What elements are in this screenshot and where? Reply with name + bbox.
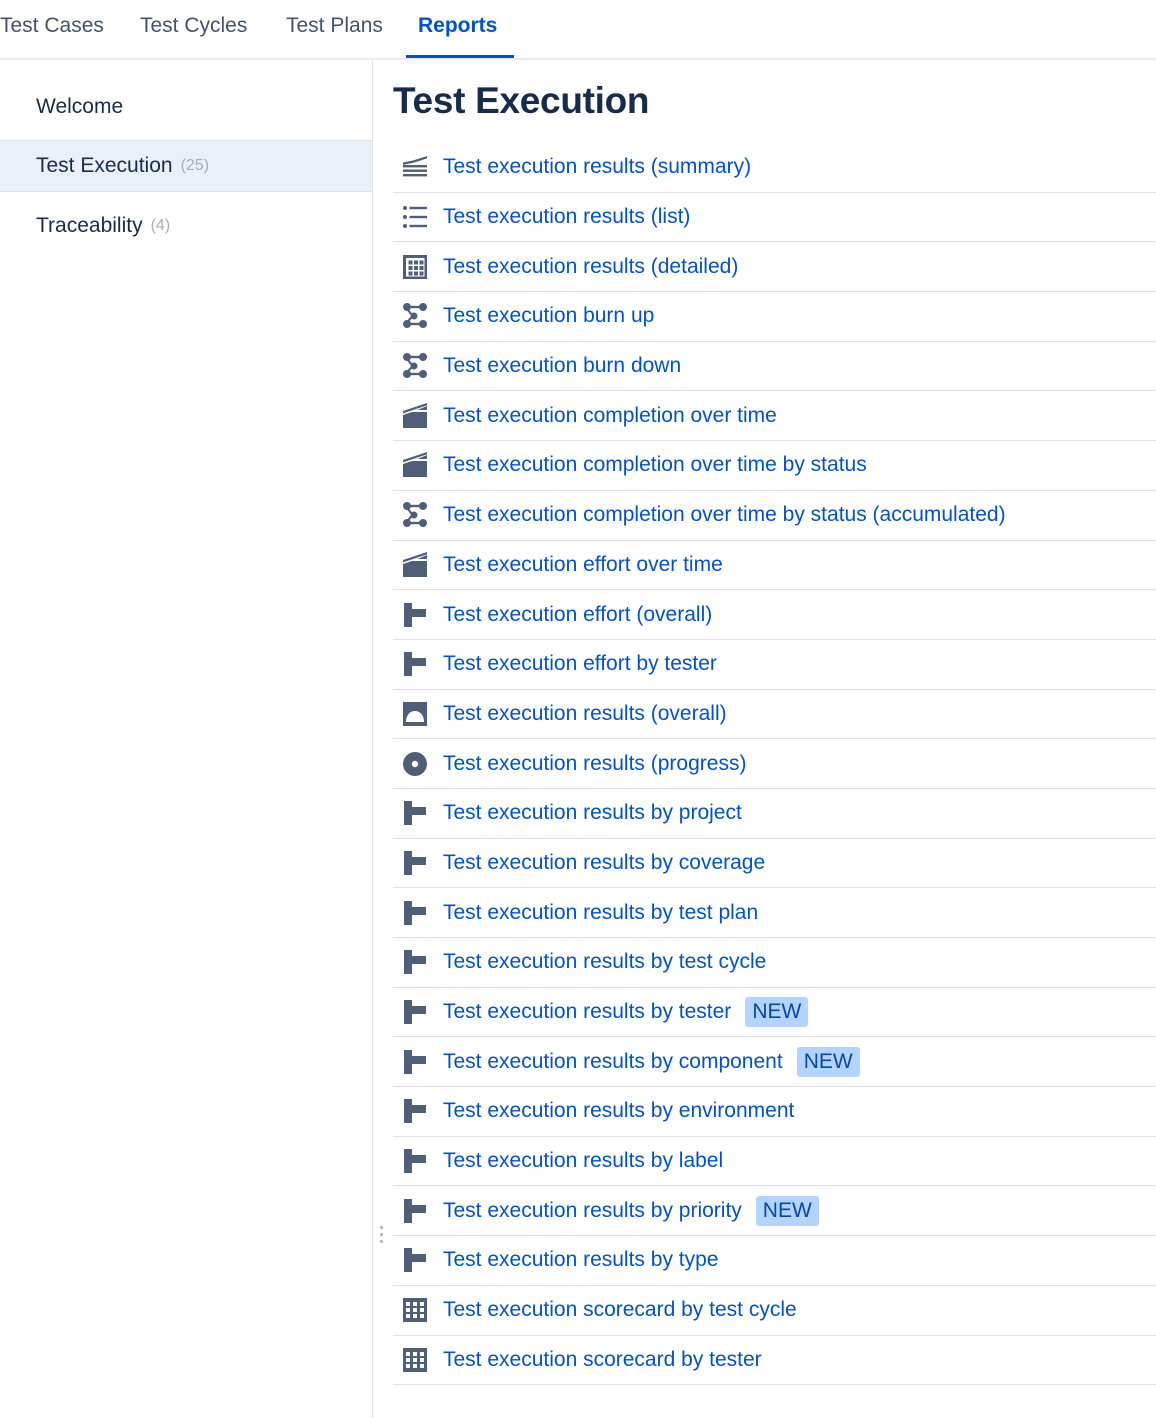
report-link[interactable]: Test execution burn down — [443, 354, 681, 378]
top-tab-bar: Test Cases Test Cycles Test Plans Report… — [0, 0, 1156, 60]
sidebar-item-label: Test Execution — [36, 154, 173, 177]
report-row: Test execution effort by tester — [393, 640, 1156, 690]
tab-test-cases[interactable]: Test Cases — [0, 14, 104, 38]
report-row: Test execution results (overall) — [393, 690, 1156, 740]
bar-chart-icon — [401, 601, 429, 629]
bar-chart-icon — [401, 650, 429, 678]
bar-chart-icon — [401, 948, 429, 976]
sidebar-item-traceability[interactable]: Traceability (4) — [0, 200, 372, 252]
report-link[interactable]: Test execution results by environment — [443, 1099, 794, 1123]
report-link[interactable]: Test execution effort by tester — [443, 652, 717, 676]
new-badge: NEW — [745, 997, 809, 1028]
report-link[interactable]: Test execution results by type — [443, 1248, 718, 1272]
report-row: Test execution effort (overall) — [393, 590, 1156, 640]
scorecard-icon — [401, 1346, 429, 1374]
report-row: Test execution results (progress) — [393, 739, 1156, 789]
new-badge: NEW — [796, 1046, 860, 1077]
sidebar-item-count: (4) — [150, 217, 171, 234]
grid-table-icon — [401, 253, 429, 281]
report-link[interactable]: Test execution results by tester — [443, 1000, 731, 1024]
active-tab-indicator — [406, 55, 514, 58]
new-badge: NEW — [755, 1195, 819, 1226]
report-list: Test execution results (summary) Test exe… — [393, 143, 1156, 1386]
area-chart-icon — [401, 451, 429, 479]
report-link[interactable]: Test execution results (overall) — [443, 702, 727, 726]
report-link[interactable]: Test execution completion over time by s… — [443, 503, 1006, 527]
report-link[interactable]: Test execution results by label — [443, 1149, 723, 1173]
bar-chart-icon — [401, 1246, 429, 1274]
burn-chart-icon — [401, 352, 429, 380]
report-link[interactable]: Test execution results (progress) — [443, 752, 746, 776]
sidebar-item-test-execution[interactable]: Test Execution (25) — [0, 140, 372, 192]
sidebar-item-welcome[interactable]: Welcome — [0, 81, 372, 133]
report-row: Test execution results by priority NEW — [393, 1186, 1156, 1237]
gauge-icon — [401, 700, 429, 728]
tab-test-cycles[interactable]: Test Cycles — [140, 14, 247, 38]
report-row: Test execution results by test cycle — [393, 938, 1156, 988]
report-row: Test execution completion over time — [393, 391, 1156, 442]
report-link[interactable]: Test execution burn up — [443, 304, 654, 328]
report-link[interactable]: Test execution results by project — [443, 801, 742, 825]
sidebar-item-label: Traceability — [36, 214, 143, 237]
scorecard-icon — [401, 1296, 429, 1324]
tab-test-plans[interactable]: Test Plans — [286, 14, 383, 38]
burn-chart-icon — [401, 501, 429, 529]
report-link[interactable]: Test execution results by test cycle — [443, 950, 766, 974]
bar-chart-icon — [401, 1048, 429, 1076]
report-row: Test execution effort over time — [393, 541, 1156, 591]
report-row: Test execution results by type — [393, 1236, 1156, 1286]
report-row: Test execution burn up — [393, 292, 1156, 342]
sidebar-resize-handle[interactable] — [378, 1226, 384, 1248]
bar-chart-icon — [401, 899, 429, 927]
report-link[interactable]: Test execution results (summary) — [443, 155, 751, 179]
stacked-lines-icon — [401, 153, 429, 181]
report-link[interactable]: Test execution scorecard by test cycle — [443, 1298, 797, 1322]
report-link[interactable]: Test execution completion over time — [443, 404, 777, 428]
report-row: Test execution results by coverage — [393, 839, 1156, 889]
report-row: Test execution results by tester NEW — [393, 988, 1156, 1038]
report-row: Test execution results by environment — [393, 1087, 1156, 1137]
sidebar-item-count: (25) — [180, 157, 210, 174]
bar-chart-icon — [401, 1097, 429, 1125]
report-row: Test execution burn down — [393, 342, 1156, 392]
report-link[interactable]: Test execution effort over time — [443, 553, 723, 577]
report-row: Test execution results (detailed) — [393, 242, 1156, 293]
report-link[interactable]: Test execution results by priority — [443, 1199, 742, 1223]
sidebar-item-label: Welcome — [36, 95, 124, 118]
report-row: Test execution results (list) — [393, 193, 1156, 243]
bar-chart-icon — [401, 1197, 429, 1225]
report-link[interactable]: Test execution completion over time by s… — [443, 453, 867, 477]
bar-chart-icon — [401, 1147, 429, 1175]
list-icon — [401, 203, 429, 231]
donut-icon — [401, 750, 429, 778]
bar-chart-icon — [401, 799, 429, 827]
report-row: Test execution completion over time by s… — [393, 441, 1156, 491]
report-row: Test execution results by test plan — [393, 888, 1156, 938]
report-link[interactable]: Test execution results by test plan — [443, 901, 758, 925]
tab-reports[interactable]: Reports — [418, 14, 497, 38]
report-row: Test execution results (summary) — [393, 143, 1156, 193]
bar-chart-icon — [401, 849, 429, 877]
report-link[interactable]: Test execution scorecard by tester — [443, 1348, 762, 1372]
report-row: Test execution scorecard by tester — [393, 1336, 1156, 1386]
report-link[interactable]: Test execution effort (overall) — [443, 603, 712, 627]
report-row: Test execution scorecard by test cycle — [393, 1286, 1156, 1336]
report-row: Test execution results by label — [393, 1137, 1156, 1187]
report-row: Test execution results by project — [393, 789, 1156, 839]
report-link[interactable]: Test execution results by coverage — [443, 851, 765, 875]
burn-chart-icon — [401, 302, 429, 330]
report-link[interactable]: Test execution results by component — [443, 1050, 783, 1074]
report-row: Test execution completion over time by s… — [393, 491, 1156, 541]
area-chart-icon — [401, 551, 429, 579]
reports-sidebar: Welcome Test Execution (25) Traceability… — [0, 60, 373, 1418]
report-link[interactable]: Test execution results (list) — [443, 205, 690, 229]
report-row: Test execution results by component NEW — [393, 1037, 1156, 1088]
report-link[interactable]: Test execution results (detailed) — [443, 255, 738, 279]
page-title: Test Execution — [393, 80, 650, 121]
bar-chart-icon — [401, 998, 429, 1026]
area-chart-icon — [401, 402, 429, 430]
